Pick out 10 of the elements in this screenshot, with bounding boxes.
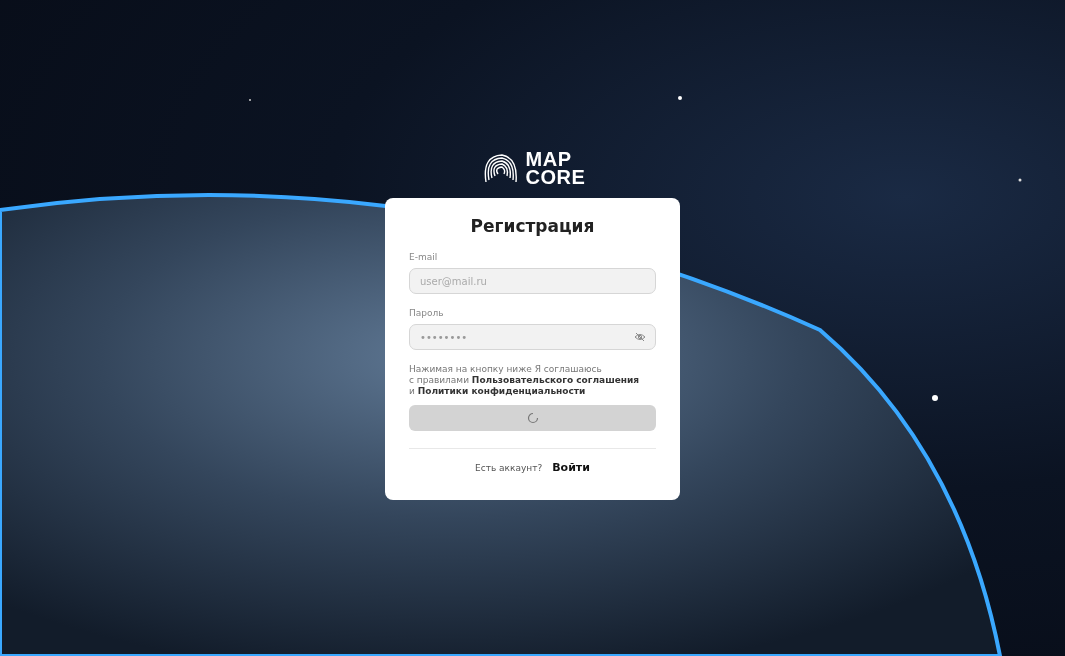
email-field[interactable]: user@mail.ru <box>409 268 656 294</box>
login-link[interactable]: Войти <box>552 461 590 474</box>
field-label: E-mail <box>409 252 439 262</box>
eye-slash-icon[interactable] <box>634 332 646 342</box>
account-question: Есть аккаунт? <box>475 462 543 473</box>
field-label: Пароль <box>409 308 445 318</box>
form-title: Регистрация <box>469 216 596 236</box>
loading-spinner-icon <box>526 412 539 424</box>
agreement-text: Нажимая на кнопку ниже Я соглашаюсь с правилами Пользовательского соглашения и Политики конфиденциальности <box>409 364 641 397</box>
logo-wordmark: MAP CORE <box>525 150 586 186</box>
